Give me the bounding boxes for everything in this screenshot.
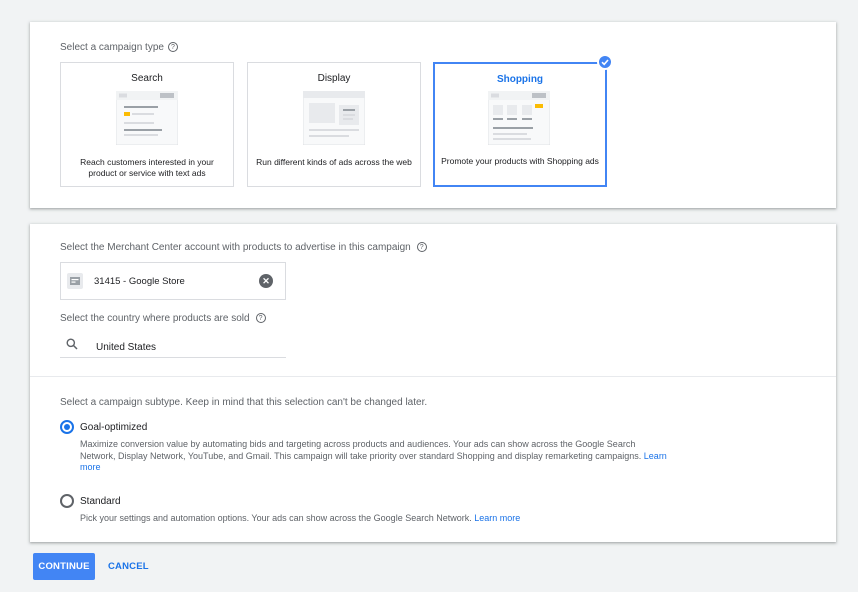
subtype-prompt: Select a campaign subtype. Keep in mind … bbox=[60, 397, 428, 408]
standard-description-text: Pick your settings and automation option… bbox=[80, 513, 472, 523]
standard-title: Standard bbox=[80, 496, 121, 507]
country-value: United States bbox=[96, 342, 157, 353]
help-icon[interactable]: ? bbox=[416, 242, 427, 253]
selected-check-icon bbox=[597, 54, 613, 70]
campaign-type-display[interactable]: Display Run different kinds of ads acros… bbox=[247, 62, 421, 187]
merchant-account-label: 31415 - Google Store bbox=[94, 276, 185, 287]
merchant-settings-card: Select the Merchant Center account with … bbox=[30, 224, 836, 542]
standard-radio[interactable] bbox=[60, 494, 74, 508]
merchant-account-chip[interactable]: 31415 - Google Store ✕ bbox=[60, 262, 286, 300]
goal-optimized-title: Goal-optimized bbox=[80, 422, 148, 433]
campaign-type-card: Select a campaign type? Search Reach cus… bbox=[30, 22, 836, 208]
continue-button[interactable]: CONTINUE bbox=[33, 553, 95, 580]
campaign-type-prompt-text: Select a campaign type bbox=[60, 42, 164, 53]
campaign-type-shopping[interactable]: Shopping Promote your products with Shop… bbox=[433, 54, 613, 187]
campaign-type-prompt: Select a campaign type? bbox=[60, 42, 178, 53]
store-icon bbox=[67, 273, 83, 289]
merchant-prompt-text: Select the Merchant Center account with … bbox=[60, 242, 411, 253]
remove-account-icon[interactable]: ✕ bbox=[259, 274, 273, 288]
country-prompt-text: Select the country where products are so… bbox=[60, 313, 250, 324]
standard-description: Pick your settings and automation option… bbox=[80, 513, 680, 525]
campaign-type-search[interactable]: Search Reach customers interested in you… bbox=[60, 62, 234, 187]
search-ad-illustration-icon bbox=[116, 91, 178, 145]
campaign-type-description: Reach customers interested in your produ… bbox=[80, 157, 214, 178]
merchant-prompt: Select the Merchant Center account with … bbox=[60, 242, 427, 253]
campaign-type-description: Run different kinds of ads across the we… bbox=[256, 157, 412, 167]
country-search-input[interactable]: United States bbox=[60, 336, 286, 358]
shopping-ad-illustration-icon bbox=[488, 91, 550, 145]
goal-optimized-radio[interactable] bbox=[60, 420, 74, 434]
learn-more-link[interactable]: Learn more bbox=[474, 513, 520, 523]
campaign-type-title: Search bbox=[131, 73, 163, 84]
country-prompt: Select the country where products are so… bbox=[60, 313, 266, 324]
campaign-type-description: Promote your products with Shopping ads bbox=[441, 156, 599, 166]
search-icon bbox=[66, 338, 78, 350]
goal-optimized-description: Maximize conversion value by automating … bbox=[80, 439, 670, 474]
display-ad-illustration-icon bbox=[303, 91, 365, 145]
subtype-section: Select a campaign subtype. Keep in mind … bbox=[30, 376, 836, 542]
help-icon[interactable]: ? bbox=[255, 313, 266, 324]
goal-optimized-description-text: Maximize conversion value by automating … bbox=[80, 439, 642, 461]
cancel-button[interactable]: CANCEL bbox=[108, 553, 149, 580]
campaign-type-title: Display bbox=[317, 73, 351, 84]
campaign-type-title: Shopping bbox=[496, 74, 544, 85]
help-icon[interactable]: ? bbox=[167, 42, 178, 53]
